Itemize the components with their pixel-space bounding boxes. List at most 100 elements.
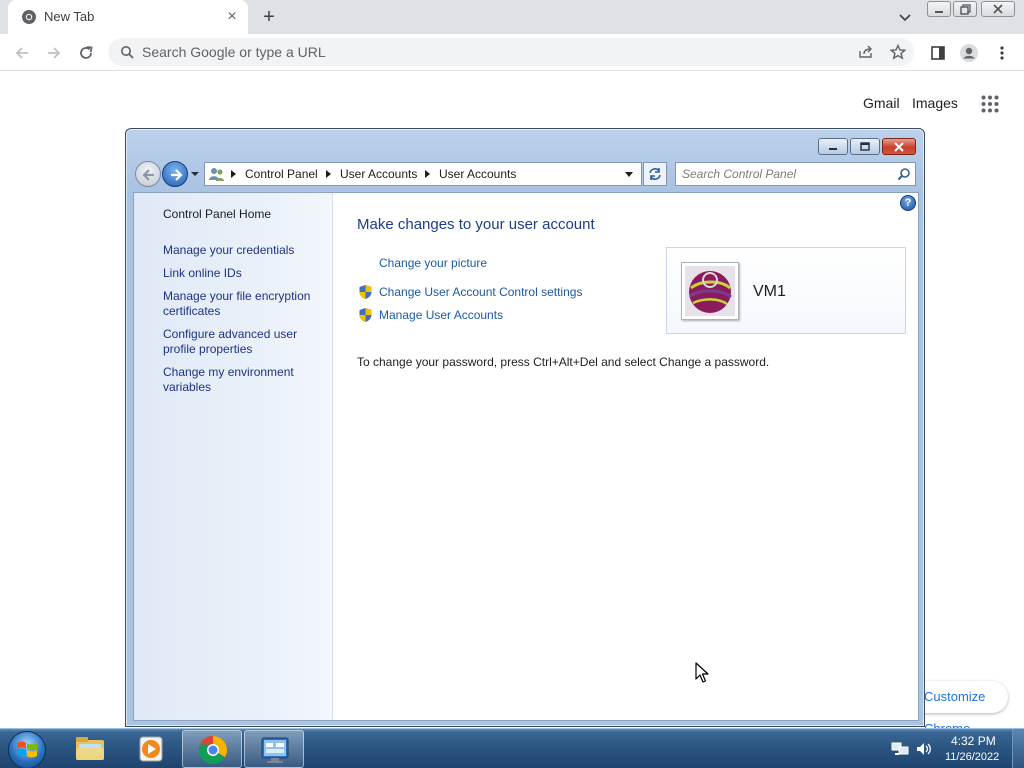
taskbar-windows-explorer[interactable]	[60, 730, 120, 768]
control-panel-search[interactable]	[675, 162, 916, 186]
mouse-cursor-icon	[695, 662, 709, 683]
more-vertical-icon	[1000, 46, 1004, 60]
back-button[interactable]	[10, 41, 34, 65]
gmail-link[interactable]: Gmail	[863, 95, 900, 111]
share-icon[interactable]	[858, 45, 874, 59]
manage-user-accounts-link[interactable]: Manage User Accounts	[379, 308, 503, 322]
sidebar-manage-credentials[interactable]: Manage your credentials	[163, 243, 323, 258]
uac-shield-icon	[359, 285, 372, 299]
maximize-icon	[860, 142, 870, 151]
restore-icon	[960, 4, 971, 15]
address-dropdown-icon[interactable]	[625, 172, 633, 177]
windows-logo-icon	[17, 741, 37, 758]
google-apps-grid-icon[interactable]	[981, 95, 999, 113]
page-title: Make changes to your user account	[357, 216, 595, 233]
taskbar-chrome[interactable]	[182, 730, 242, 768]
start-button[interactable]	[8, 731, 46, 768]
window-maximize-button[interactable]	[850, 138, 880, 155]
screen: New Tab × + Search Google or type a URL …	[0, 0, 1024, 768]
tab-close-icon[interactable]: ×	[224, 9, 240, 25]
browser-tab[interactable]: New Tab ×	[8, 0, 248, 34]
chrome-favicon-icon	[22, 10, 36, 24]
sidebar-advanced-profile-properties[interactable]: Configure advanced user profile properti…	[163, 327, 323, 357]
taskbar: 4:32 PM 11/26/2022	[0, 728, 1024, 768]
explorer-back-button[interactable]	[135, 161, 161, 187]
control-panel-users-icon	[209, 168, 224, 181]
breadcrumb-user-accounts-current[interactable]: User Accounts	[439, 167, 516, 181]
breadcrumb-separator-icon[interactable]	[425, 170, 430, 178]
tab-search-chevron-icon[interactable]	[895, 7, 915, 27]
minimize-icon	[935, 11, 943, 13]
uac-shield-icon	[359, 308, 372, 322]
network-icon[interactable]	[891, 741, 909, 757]
taskbar-media-player[interactable]	[121, 730, 181, 768]
minimize-icon	[829, 148, 837, 150]
control-panel-search-input[interactable]	[682, 166, 882, 182]
search-icon	[121, 46, 134, 59]
search-icon[interactable]	[897, 167, 911, 181]
window-minimize-button[interactable]	[818, 138, 848, 155]
breadcrumb-separator-icon[interactable]	[231, 170, 236, 178]
control-panel-content: Control Panel Home Manage your credentia…	[133, 192, 919, 721]
address-bar[interactable]: Control Panel User Accounts User Account…	[204, 162, 642, 186]
chrome-minimize-button[interactable]	[927, 1, 951, 17]
chrome-menu-button[interactable]	[990, 41, 1014, 65]
taskbar-control-panel[interactable]	[244, 730, 304, 768]
arrow-left-icon	[15, 47, 28, 59]
tab-title: New Tab	[44, 9, 95, 24]
clock-time[interactable]: 4:32 PM	[951, 734, 996, 748]
chrome-tabstrip: New Tab × +	[0, 0, 1024, 34]
bookmark-star-icon[interactable]	[890, 44, 906, 60]
close-icon	[993, 4, 1003, 14]
omnibox[interactable]	[108, 38, 914, 66]
side-panel-icon	[931, 46, 945, 60]
profile-avatar-icon	[960, 44, 978, 62]
new-tab-button[interactable]: +	[256, 5, 282, 29]
chrome-toolbar	[0, 34, 1024, 71]
user-avatar[interactable]	[681, 262, 739, 320]
chrome-icon	[198, 735, 227, 764]
refresh-icon	[649, 168, 661, 180]
help-icon[interactable]: ?	[900, 195, 916, 211]
recent-pages-chevron-icon[interactable]	[190, 169, 200, 179]
explorer-refresh-button[interactable]	[643, 162, 667, 186]
show-desktop-button[interactable]	[1012, 729, 1024, 768]
sidebar-environment-variables[interactable]: Change my environment variables	[163, 365, 323, 395]
control-panel-window: Control Panel User Accounts User Account…	[125, 128, 925, 727]
forward-button[interactable]	[42, 41, 66, 65]
breadcrumb-control-panel[interactable]: Control Panel	[245, 167, 318, 181]
breadcrumb-separator-icon[interactable]	[326, 170, 331, 178]
breadcrumb-user-accounts[interactable]: User Accounts	[340, 167, 417, 181]
reload-icon	[80, 46, 93, 59]
task-pane: Control Panel Home Manage your credentia…	[134, 193, 333, 720]
explorer-forward-button[interactable]	[162, 161, 188, 187]
sidebar-file-encryption-certificates[interactable]: Manage your file encryption certificates	[163, 289, 323, 319]
reload-button[interactable]	[74, 41, 98, 65]
password-instructions: To change your password, press Ctrl+Alt+…	[357, 355, 770, 369]
system-tray: 4:32 PM 11/26/2022	[885, 729, 1024, 768]
windows-explorer-icon	[76, 737, 104, 760]
uac-settings-link[interactable]: Change User Account Control settings	[379, 285, 582, 299]
media-player-icon	[139, 736, 163, 762]
sidebar-control-panel-home[interactable]: Control Panel Home	[163, 207, 323, 222]
arrow-left-icon	[142, 169, 154, 181]
profile-button[interactable]	[957, 41, 981, 65]
chrome-close-button[interactable]	[981, 1, 1015, 17]
clock-date[interactable]: 11/26/2022	[945, 751, 999, 763]
volume-icon[interactable]	[915, 741, 933, 757]
user-account-tile: VM1	[666, 247, 906, 334]
images-link[interactable]: Images	[912, 95, 958, 111]
side-panel-button[interactable]	[926, 41, 950, 65]
control-panel-icon	[261, 737, 289, 763]
close-icon	[894, 142, 904, 152]
arrow-right-icon	[48, 47, 61, 59]
change-picture-link[interactable]: Change your picture	[379, 256, 487, 270]
window-close-button[interactable]	[882, 138, 916, 155]
arrow-right-icon	[171, 169, 183, 181]
ntp-header-links: Gmail Images	[0, 95, 1024, 115]
sidebar-link-online-ids[interactable]: Link online IDs	[163, 266, 323, 281]
omnibox-input[interactable]	[142, 42, 802, 62]
user-picture-ball-icon	[685, 266, 735, 316]
chrome-restore-button[interactable]	[953, 1, 977, 17]
user-account-name: VM1	[753, 283, 786, 300]
